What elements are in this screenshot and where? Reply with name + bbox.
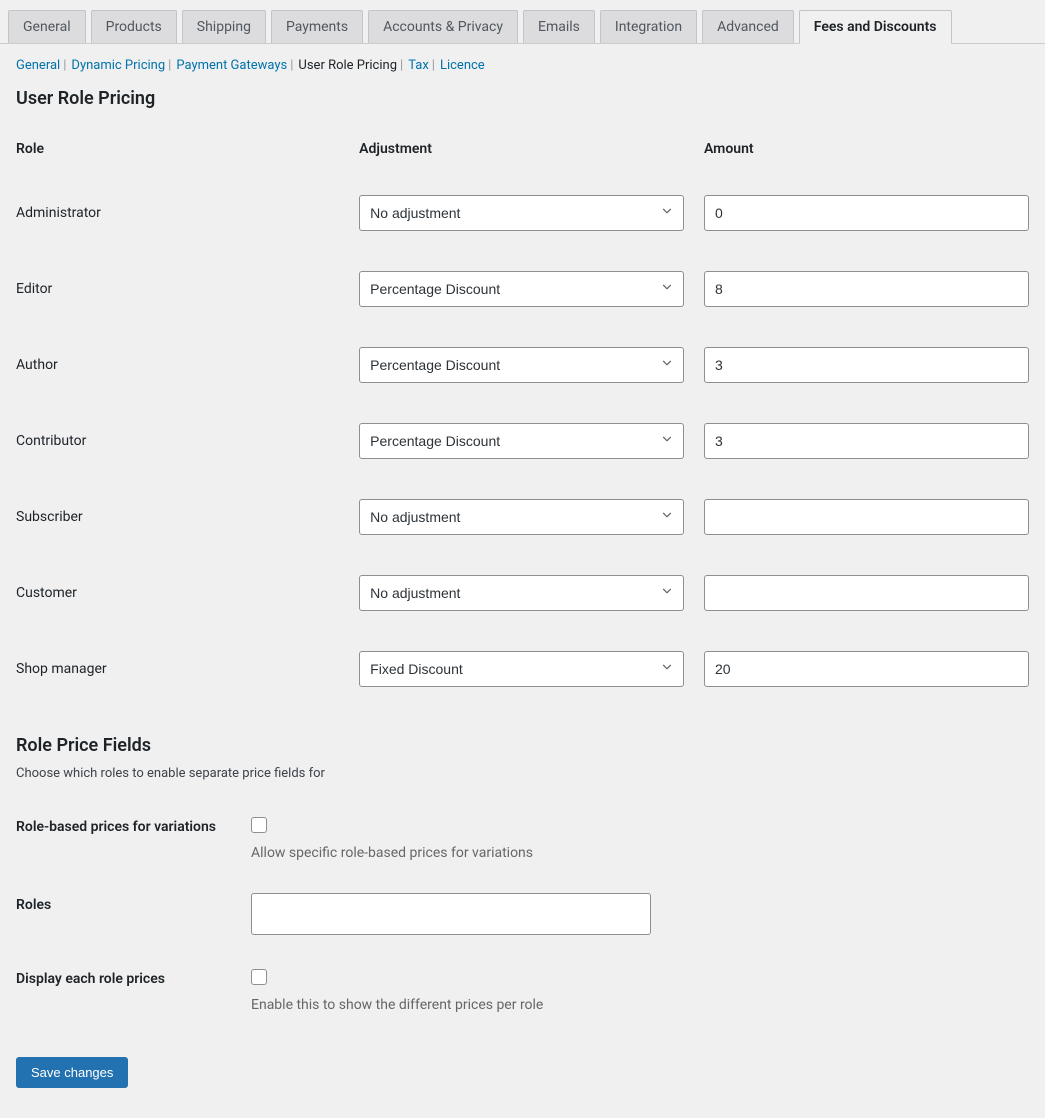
tab-general[interactable]: General: [8, 10, 86, 43]
variations-checkbox[interactable]: [251, 817, 267, 833]
save-button[interactable]: Save changes: [16, 1057, 128, 1088]
tab-fees-and-discounts[interactable]: Fees and Discounts: [799, 10, 952, 44]
tab-payments[interactable]: Payments: [271, 10, 363, 43]
adjustment-select-wrap: No adjustmentPercentage DiscountFixed Di…: [359, 499, 684, 535]
adjustment-select[interactable]: No adjustmentPercentage DiscountFixed Di…: [359, 499, 684, 535]
amount-input[interactable]: [704, 271, 1029, 307]
subnav-separator: |: [168, 58, 171, 73]
roles-label: Roles: [16, 893, 251, 913]
amount-input[interactable]: [704, 499, 1029, 535]
tab-integration[interactable]: Integration: [600, 10, 697, 43]
roles-input[interactable]: [251, 893, 651, 935]
adjustment-select-wrap: No adjustmentPercentage DiscountFixed Di…: [359, 271, 684, 307]
subnav-general[interactable]: General: [16, 58, 60, 73]
setting-variations-row: Role-based prices for variations Allow s…: [8, 799, 1037, 877]
role-cell: Subscriber: [8, 479, 351, 555]
table-row: ContributorNo adjustmentPercentage Disco…: [8, 403, 1037, 479]
tab-products[interactable]: Products: [91, 10, 177, 43]
role-cell: Author: [8, 327, 351, 403]
subnav-separator: |: [290, 58, 293, 73]
display-label: Display each role prices: [16, 967, 251, 987]
subnav-payment-gateways[interactable]: Payment Gateways: [176, 58, 287, 73]
table-row: SubscriberNo adjustmentPercentage Discou…: [8, 479, 1037, 555]
col-adjustment-header: Adjustment: [351, 129, 696, 175]
adjustment-select-wrap: No adjustmentPercentage DiscountFixed Di…: [359, 423, 684, 459]
display-checkbox[interactable]: [251, 969, 267, 985]
tab-advanced[interactable]: Advanced: [702, 10, 794, 43]
adjustment-select-wrap: No adjustmentPercentage DiscountFixed Di…: [359, 195, 684, 231]
setting-display-row: Display each role prices Enable this to …: [8, 951, 1037, 1029]
table-row: CustomerNo adjustmentPercentage Discount…: [8, 555, 1037, 631]
amount-input[interactable]: [704, 423, 1029, 459]
role-price-fields-desc: Choose which roles to enable separate pr…: [8, 762, 1037, 799]
adjustment-select[interactable]: No adjustmentPercentage DiscountFixed Di…: [359, 575, 684, 611]
amount-input[interactable]: [704, 651, 1029, 687]
col-role-header: Role: [8, 129, 351, 175]
table-row: AuthorNo adjustmentPercentage DiscountFi…: [8, 327, 1037, 403]
subnav-licence[interactable]: Licence: [440, 58, 485, 73]
subnav-tax[interactable]: Tax: [408, 58, 429, 73]
role-cell: Administrator: [8, 175, 351, 251]
col-amount-header: Amount: [696, 129, 1037, 175]
tab-emails[interactable]: Emails: [523, 10, 595, 43]
setting-roles-row: Roles: [8, 877, 1037, 951]
display-help: Enable this to show the different prices…: [251, 997, 1029, 1013]
role-cell: Shop manager: [8, 631, 351, 707]
subnav-dynamic-pricing[interactable]: Dynamic Pricing: [71, 58, 165, 73]
variations-label: Role-based prices for variations: [16, 815, 251, 835]
tab-accounts-privacy[interactable]: Accounts & Privacy: [368, 10, 518, 43]
role-cell: Editor: [8, 251, 351, 327]
role-pricing-table: Role Adjustment Amount AdministratorNo a…: [8, 129, 1037, 707]
subnav-separator: |: [63, 58, 66, 73]
subnav-separator: |: [400, 58, 403, 73]
adjustment-select-wrap: No adjustmentPercentage DiscountFixed Di…: [359, 575, 684, 611]
role-cell: Customer: [8, 555, 351, 631]
amount-input[interactable]: [704, 347, 1029, 383]
subnav-user-role-pricing: User Role Pricing: [298, 58, 397, 73]
page-title: User Role Pricing: [8, 83, 1037, 129]
adjustment-select[interactable]: No adjustmentPercentage DiscountFixed Di…: [359, 347, 684, 383]
adjustment-select[interactable]: No adjustmentPercentage DiscountFixed Di…: [359, 651, 684, 687]
tab-shipping[interactable]: Shipping: [182, 10, 266, 43]
role-price-fields-title: Role Price Fields: [8, 707, 1037, 762]
adjustment-select[interactable]: No adjustmentPercentage DiscountFixed Di…: [359, 271, 684, 307]
subnav-separator: |: [432, 58, 435, 73]
adjustment-select[interactable]: No adjustmentPercentage DiscountFixed Di…: [359, 423, 684, 459]
subnav: General|Dynamic Pricing|Payment Gateways…: [8, 44, 1037, 83]
variations-help: Allow specific role-based prices for var…: [251, 845, 1029, 861]
adjustment-select[interactable]: No adjustmentPercentage DiscountFixed Di…: [359, 195, 684, 231]
adjustment-select-wrap: No adjustmentPercentage DiscountFixed Di…: [359, 651, 684, 687]
amount-input[interactable]: [704, 575, 1029, 611]
table-row: EditorNo adjustmentPercentage DiscountFi…: [8, 251, 1037, 327]
table-row: Shop managerNo adjustmentPercentage Disc…: [8, 631, 1037, 707]
amount-input[interactable]: [704, 195, 1029, 231]
role-cell: Contributor: [8, 403, 351, 479]
primary-tabs: GeneralProductsShippingPaymentsAccounts …: [0, 0, 1045, 44]
table-row: AdministratorNo adjustmentPercentage Dis…: [8, 175, 1037, 251]
adjustment-select-wrap: No adjustmentPercentage DiscountFixed Di…: [359, 347, 684, 383]
